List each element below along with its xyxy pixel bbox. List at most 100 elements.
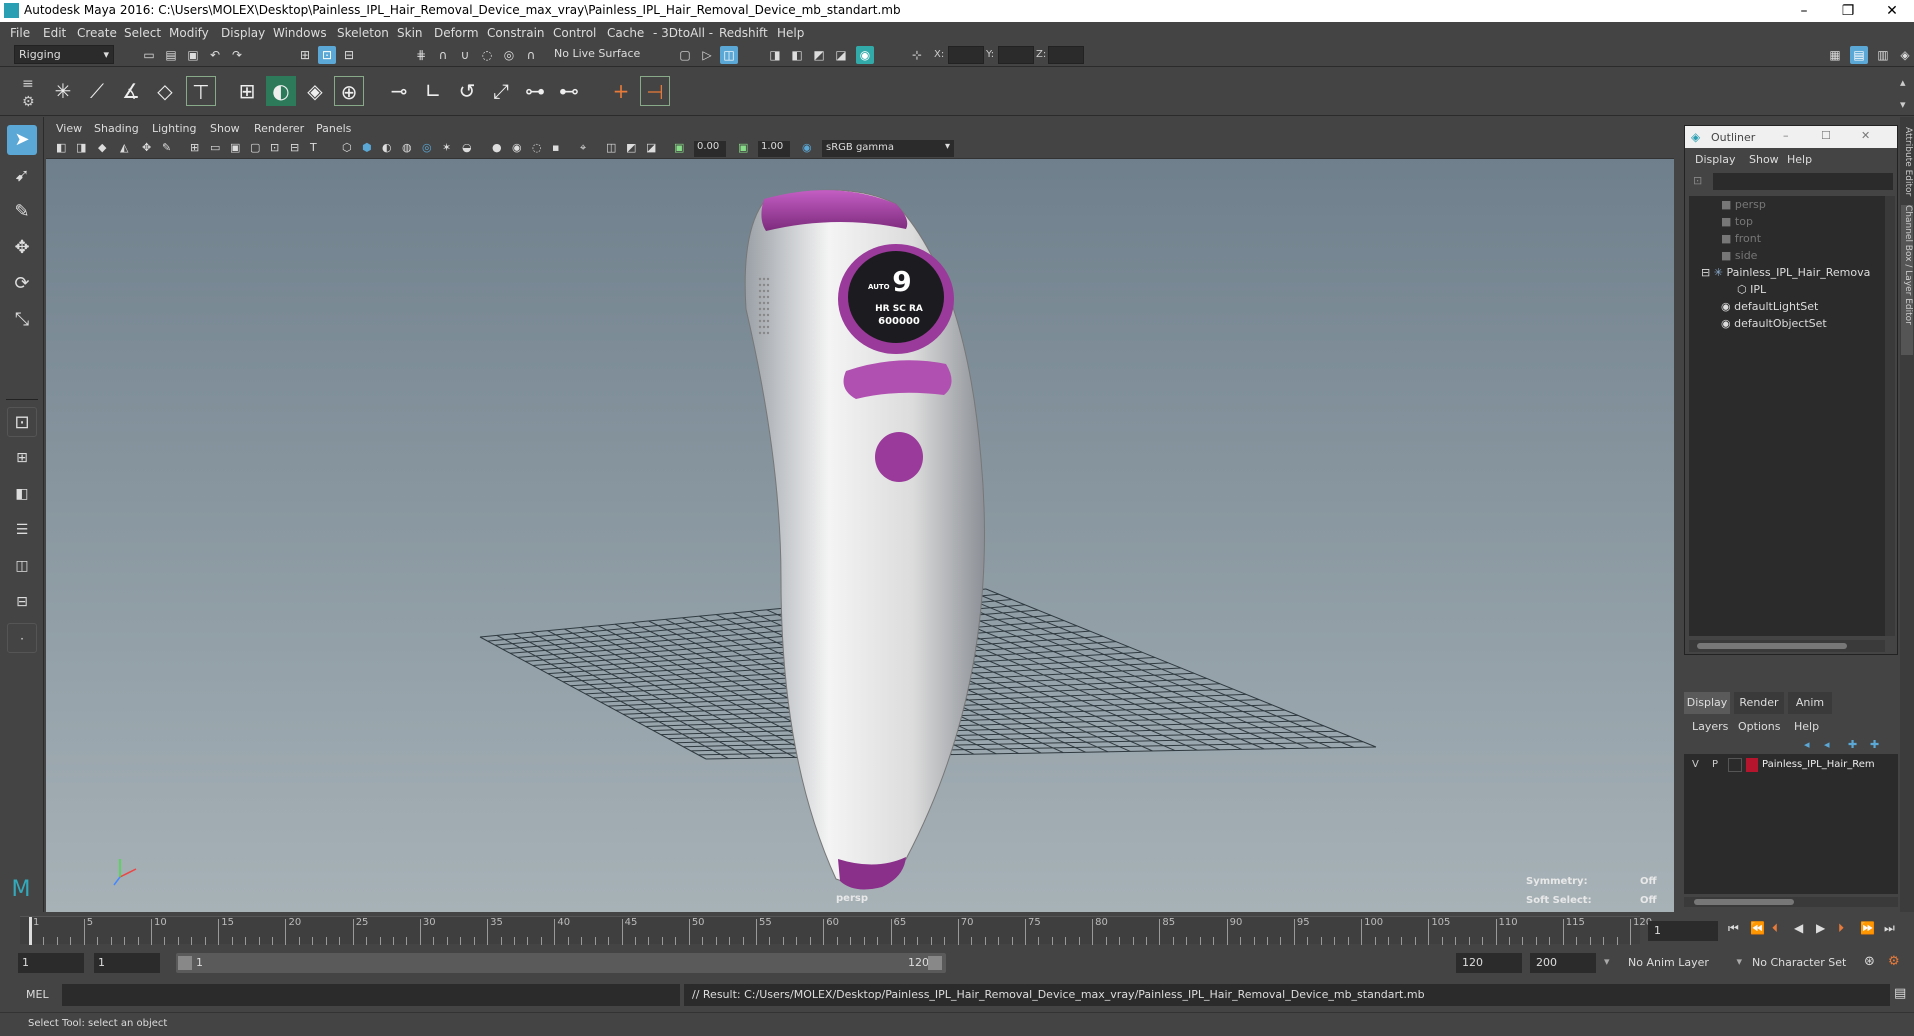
vp-menu-show[interactable]: Show xyxy=(210,122,240,135)
open-scene-icon[interactable]: ▤ xyxy=(162,46,180,64)
layer-row[interactable]: V P Painless_IPL_Hair_Rem xyxy=(1684,756,1898,774)
layer-menu-layers[interactable]: Layers xyxy=(1692,720,1728,733)
step-back-key-icon[interactable]: ⏪ xyxy=(1750,921,1765,935)
menu-3dtoall[interactable]: - 3DtoAll - xyxy=(653,26,713,40)
orient-constraint-icon[interactable]: ↺ xyxy=(452,76,482,106)
gamma-icon[interactable]: ▣ xyxy=(738,141,748,154)
move-tool-icon[interactable]: ✥ xyxy=(7,233,37,263)
xray-active-icon[interactable]: ◩ xyxy=(626,141,636,154)
gamma-field[interactable]: 1.00 xyxy=(758,141,790,157)
safe-title-icon[interactable]: T xyxy=(310,141,317,154)
wireframe-icon[interactable]: ⬡ xyxy=(342,141,352,154)
parent-constraint-icon[interactable]: ⊶ xyxy=(520,76,550,106)
new-layer-icon[interactable]: ✚ xyxy=(1848,738,1857,751)
xray-icon[interactable]: ◎ xyxy=(422,141,432,154)
time-slider-track[interactable]: 1 5 10 15 20 25 30 35 40 45 50 55 60 65 70 75 80 85 90 95 10… xyxy=(20,916,1652,945)
vp-menu-shading[interactable]: Shading xyxy=(94,122,139,135)
lattice-icon[interactable]: ⊞ xyxy=(232,76,262,106)
vp-menu-lighting[interactable]: Lighting xyxy=(152,122,196,135)
viewport-panel[interactable]: View Shading Lighting Show Renderer Pane… xyxy=(46,117,1674,912)
range-slider-bar[interactable]: 1 120 xyxy=(176,953,946,973)
pole-vector-icon[interactable]: ⊷ xyxy=(554,76,584,106)
four-view-layout-icon[interactable]: ⊞ xyxy=(7,443,37,473)
lasso-tool-icon[interactable]: ➹ xyxy=(7,161,37,191)
outliner-menu-show[interactable]: Show xyxy=(1749,153,1779,166)
command-language-label[interactable]: MEL xyxy=(26,988,49,1001)
playback-start-field[interactable]: 1 xyxy=(94,953,160,973)
collapse-icon[interactable]: ⊟ xyxy=(1701,266,1710,279)
menu-constrain[interactable]: Constrain xyxy=(487,26,545,40)
shelf-scroll-down-icon[interactable]: ▾ xyxy=(1900,98,1906,111)
outliner-item-ipl[interactable]: ⬡ IPL xyxy=(1737,283,1766,296)
preferences-icon[interactable]: ⚙ xyxy=(1888,954,1900,969)
minimize-button[interactable]: – xyxy=(1782,1,1826,21)
isolate-select-icon[interactable]: ⌖ xyxy=(580,141,586,155)
bookmark-icon[interactable]: ◆ xyxy=(98,141,106,154)
layer-menu-options[interactable]: Options xyxy=(1738,720,1780,733)
menu-deform[interactable]: Deform xyxy=(434,26,479,40)
output-ops-icon[interactable]: ▷ xyxy=(698,46,716,64)
vp-menu-panels[interactable]: Panels xyxy=(316,122,351,135)
outliner-filter-input[interactable] xyxy=(1713,173,1893,190)
scene-canvas[interactable]: 9 AUTO HR SC RA 600000 xyxy=(46,159,1674,912)
snap-surface-icon[interactable]: ◎ xyxy=(500,46,518,64)
grid-toggle-icon[interactable]: ⊞ xyxy=(190,141,199,154)
animation-end-field[interactable]: 200 xyxy=(1530,953,1596,973)
color-management-icon[interactable]: ◉ xyxy=(802,141,812,154)
rotate-tool-icon[interactable]: ⟳ xyxy=(7,269,37,299)
menu-set-dropdown[interactable]: Rigging ▾ xyxy=(14,45,114,64)
modeling-toolkit-icon[interactable]: ▦ xyxy=(1826,46,1844,64)
snap-curve-icon[interactable]: ∩ xyxy=(434,46,452,64)
point-constraint-icon[interactable]: ⊸ xyxy=(384,76,414,106)
scale-tool-icon[interactable]: ⤡ xyxy=(7,305,37,335)
bind-skin-icon[interactable]: ◇ xyxy=(150,76,180,106)
shadows-icon[interactable]: ◒ xyxy=(462,141,472,154)
menu-select[interactable]: Select xyxy=(124,26,161,40)
vp-menu-view[interactable]: View xyxy=(56,122,82,135)
layers-toggle-icon[interactable]: ◈ xyxy=(1896,46,1914,64)
shelf-menu-icon[interactable]: ≡ xyxy=(22,76,34,92)
outliner-minimize-button[interactable]: – xyxy=(1783,129,1789,142)
layer-menu-help[interactable]: Help xyxy=(1794,720,1819,733)
ipl-device-model[interactable]: 9 AUTO HR SC RA 600000 xyxy=(744,189,985,890)
go-to-end-icon[interactable]: ⏭ xyxy=(1884,921,1895,936)
anim-layer-dropdown[interactable]: No Anim Layer ▾ xyxy=(1624,953,1744,973)
ipr-render-icon[interactable]: ◧ xyxy=(788,46,806,64)
select-object-icon[interactable]: ⊡ xyxy=(318,46,336,64)
move-layer-up-icon[interactable]: ◂ xyxy=(1804,738,1810,751)
outliner-item-front[interactable]: ■ front xyxy=(1721,232,1761,245)
layer-type-toggle[interactable] xyxy=(1728,758,1742,772)
select-tool-icon[interactable]: ➤ xyxy=(7,125,37,155)
time-slider[interactable]: 1 5 10 15 20 25 30 35 40 45 50 55 60 65 70 75 80 85 90 95 10… xyxy=(0,912,1914,948)
scrollbar-thumb[interactable] xyxy=(1694,899,1794,905)
hypershade-icon[interactable]: ◪ xyxy=(832,46,850,64)
snap-point-icon[interactable]: ∪ xyxy=(456,46,474,64)
default-material-icon[interactable]: ◐ xyxy=(382,141,392,154)
outliner-layout-icon[interactable]: ⊟ xyxy=(7,587,37,617)
ik-spline-icon[interactable]: ∡ xyxy=(116,76,146,106)
render-view-icon[interactable]: ◉ xyxy=(856,46,874,64)
joint-tool-icon[interactable]: ✳ xyxy=(48,76,78,106)
menu-help[interactable]: Help xyxy=(777,26,804,40)
select-component-icon[interactable]: ⊟ xyxy=(340,46,358,64)
menu-skeleton[interactable]: Skeleton xyxy=(337,26,389,40)
menu-edit[interactable]: Edit xyxy=(43,26,66,40)
camera-icon[interactable]: ◧ xyxy=(56,141,66,154)
snap-view-icon[interactable]: ◌ xyxy=(478,46,496,64)
layer-name[interactable]: Painless_IPL_Hair_Rem xyxy=(1762,759,1875,770)
input-ops-icon[interactable]: ▢ xyxy=(676,46,694,64)
outliner-maximize-button[interactable]: ☐ xyxy=(1821,129,1831,142)
menu-file[interactable]: File xyxy=(10,26,30,40)
outliner-close-button[interactable]: ✕ xyxy=(1861,129,1870,142)
restore-button[interactable]: ❐ xyxy=(1826,1,1870,21)
select-hierarchy-icon[interactable]: ⊞ xyxy=(296,46,314,64)
paint-select-icon[interactable]: ✎ xyxy=(7,197,37,227)
hypershade-layout-icon[interactable]: ◫ xyxy=(7,551,37,581)
scale-constraint-icon[interactable]: ⤢ xyxy=(486,76,516,106)
render-settings-icon[interactable]: ◩ xyxy=(810,46,828,64)
auto-key-icon[interactable]: ⊛ xyxy=(1864,954,1875,969)
menu-redshift[interactable]: Redshift xyxy=(719,26,768,40)
vp-menu-renderer[interactable]: Renderer xyxy=(254,122,304,135)
character-set-dropdown[interactable]: No Character Set xyxy=(1748,953,1862,973)
resolution-gate-icon[interactable]: ▣ xyxy=(230,141,240,154)
